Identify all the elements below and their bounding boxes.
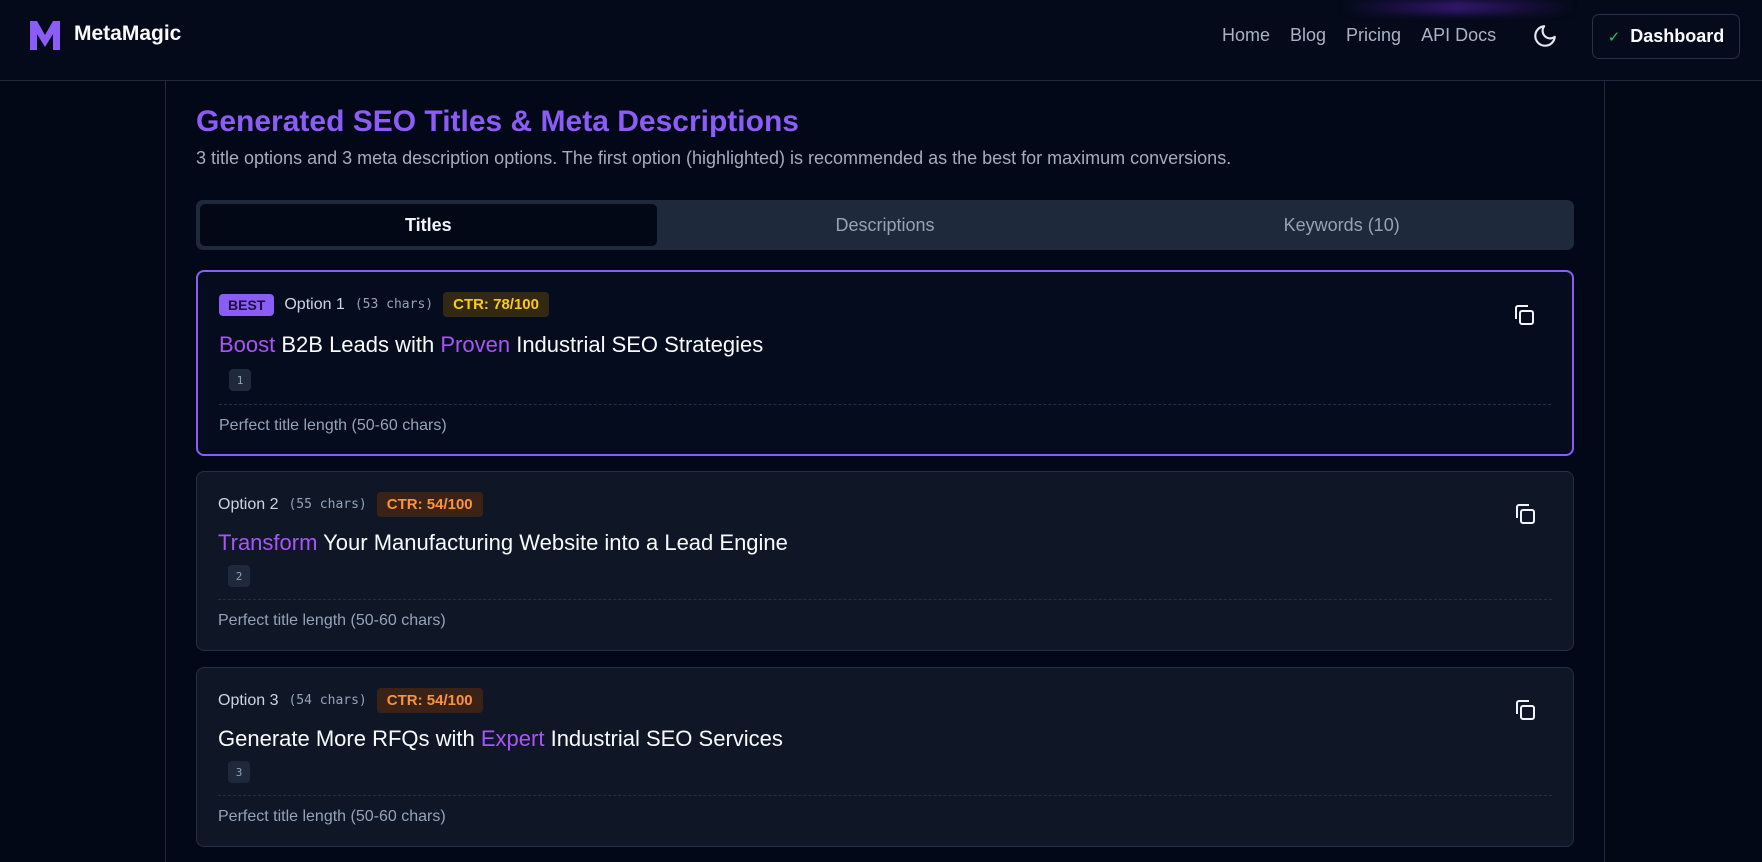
option-label: Option 2 <box>218 495 279 513</box>
nav-pricing-link[interactable]: Pricing <box>1346 25 1401 46</box>
card-divider <box>218 599 1552 600</box>
length-note: Perfect title length (50-60 chars) <box>219 417 447 434</box>
copy-icon[interactable] <box>1513 698 1537 722</box>
option-label: Option 1 <box>284 295 345 313</box>
title-text-segment: Industrial SEO Services <box>544 726 783 751</box>
title-text-segment: Your Manufacturing Website into a Lead E… <box>317 530 788 555</box>
ctr-badge: CTR: 54/100 <box>376 492 483 517</box>
tab-titles[interactable]: Titles <box>200 204 657 246</box>
title-text-segment: Generate More RFQs with <box>218 726 481 751</box>
moon-icon[interactable] <box>1532 23 1558 49</box>
top-header: MetaMagic Home Blog Pricing API Docs ✓ D… <box>0 0 1762 81</box>
option-label: Option 3 <box>218 691 279 709</box>
best-badge: BEST <box>219 293 275 316</box>
brand-name[interactable]: MetaMagic <box>74 22 181 46</box>
result-tabs: Titles Descriptions Keywords (10) <box>196 200 1574 250</box>
nav-api-docs-link[interactable]: API Docs <box>1421 25 1496 46</box>
option-meta-row: Option 2 (55 chars) CTR: 54/100 <box>218 492 483 517</box>
nav-home-link[interactable]: Home <box>1222 25 1270 46</box>
card-divider <box>218 795 1552 796</box>
title-highlight: Proven <box>440 332 511 357</box>
seo-title-text: Transform Your Manufacturing Website int… <box>218 530 788 556</box>
title-text-segment: B2B Leads with <box>275 332 441 357</box>
card-divider <box>219 404 1551 405</box>
char-count: (54 chars) <box>288 693 367 708</box>
page-title: Generated SEO Titles & Meta Descriptions <box>196 105 799 138</box>
ctr-badge: CTR: 54/100 <box>376 688 483 713</box>
logo-m-icon[interactable] <box>28 18 62 52</box>
char-count: (53 chars) <box>354 297 434 312</box>
title-option-card-1: BEST Option 1 (53 chars) CTR: 78/100 Boo… <box>196 270 1574 456</box>
length-note: Perfect title length (50-60 chars) <box>218 612 446 629</box>
header-glow <box>1340 0 1575 14</box>
option-meta-row: Option 3 (54 chars) CTR: 54/100 <box>218 688 483 713</box>
title-option-card-3: Option 3 (54 chars) CTR: 54/100 Generate… <box>196 667 1574 847</box>
copy-icon[interactable] <box>1512 303 1536 327</box>
char-count: (55 chars) <box>288 497 367 512</box>
seo-title-text: Generate More RFQs with Expert Industria… <box>218 726 783 752</box>
dashboard-label: Dashboard <box>1630 26 1725 46</box>
seo-title-text: Boost B2B Leads with Proven Industrial S… <box>219 332 763 358</box>
option-number-chip: 1 <box>229 369 251 391</box>
title-highlight: Boost <box>219 332 276 357</box>
page-subtitle: 3 title options and 3 meta description o… <box>196 148 1232 168</box>
option-number-chip: 2 <box>228 565 250 587</box>
nav-blog-link[interactable]: Blog <box>1290 25 1326 46</box>
copy-icon[interactable] <box>1513 502 1537 526</box>
main-nav: Home Blog Pricing API Docs <box>1222 25 1516 46</box>
option-number-chip: 3 <box>228 761 250 783</box>
option-meta-row: BEST Option 1 (53 chars) CTR: 78/100 <box>219 292 549 317</box>
title-highlight: Transform <box>218 530 318 555</box>
title-text-segment: Industrial SEO Strategies <box>510 332 764 357</box>
tab-keywords[interactable]: Keywords (10) <box>1113 204 1570 246</box>
ctr-badge: CTR: 78/100 <box>443 292 549 317</box>
title-highlight: Expert <box>480 726 545 751</box>
length-note: Perfect title length (50-60 chars) <box>218 808 446 825</box>
title-option-card-2: Option 2 (55 chars) CTR: 54/100 Transfor… <box>196 471 1574 651</box>
tab-descriptions[interactable]: Descriptions <box>657 204 1114 246</box>
results-panel: Generated SEO Titles & Meta Descriptions… <box>165 81 1605 862</box>
check-icon: ✓ <box>1607 28 1621 46</box>
dashboard-button[interactable]: ✓ Dashboard <box>1592 14 1740 59</box>
